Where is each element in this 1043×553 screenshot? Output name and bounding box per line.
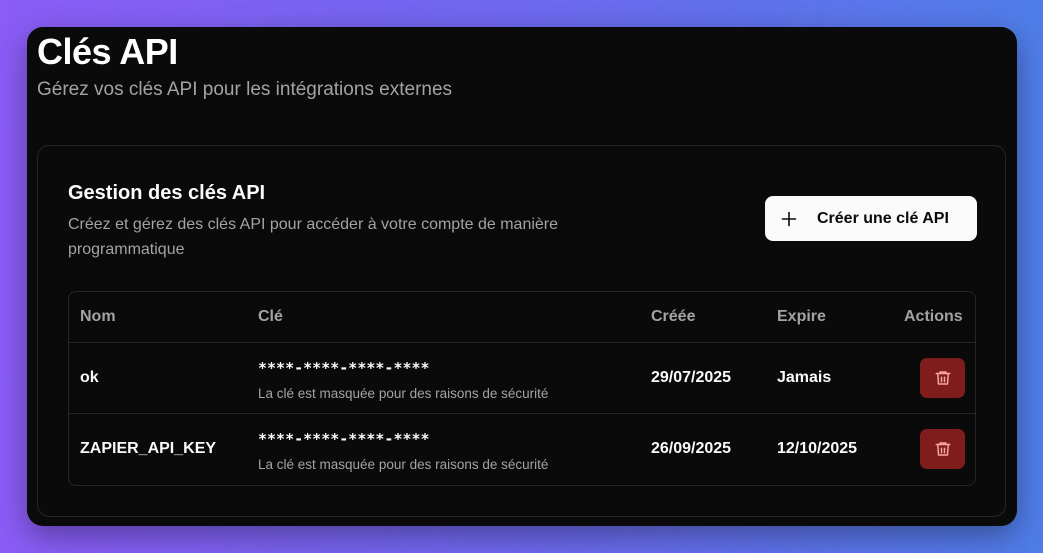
header-expires: Expire xyxy=(777,308,826,325)
create-button-label: Créer une clé API xyxy=(817,209,949,227)
created-date: 26/09/2025 xyxy=(651,440,732,457)
table-row: ZAPIER_API_KEY ****-****-****-**** La cl… xyxy=(69,414,975,485)
masked-key-note: La clé est masquée pour des raisons de s… xyxy=(258,386,549,401)
delete-key-button[interactable] xyxy=(920,429,965,469)
table-row: ok ****-****-****-**** La clé est masqué… xyxy=(69,343,975,414)
card-title: Gestion des clés API xyxy=(68,182,266,204)
header-created: Créée xyxy=(651,308,696,325)
api-keys-card: Gestion des clés API Créez et gérez des … xyxy=(37,145,1006,517)
header-actions: Actions xyxy=(904,308,963,325)
table-header-row: Nom Clé Créée Expire Actions xyxy=(69,292,975,343)
page-subtitle: Gérez vos clés API pour les intégrations… xyxy=(37,79,453,100)
expiry-date: 12/10/2025 xyxy=(777,440,858,457)
key-name: ok xyxy=(80,369,99,386)
key-name: ZAPIER_API_KEY xyxy=(80,440,217,457)
header-name: Nom xyxy=(80,308,116,325)
card-description: Créez et gérez des clés API pour accéder… xyxy=(68,216,559,258)
masked-key-note: La clé est masquée pour des raisons de s… xyxy=(258,457,549,472)
app-window: Clés API Gérez vos clés API pour les int… xyxy=(27,27,1017,526)
create-api-key-button[interactable]: Créer une clé API xyxy=(765,196,977,241)
plus-icon xyxy=(781,211,797,226)
masked-key: ****-****-****-**** xyxy=(258,430,430,448)
header-key: Clé xyxy=(258,308,283,325)
masked-key: ****-****-****-**** xyxy=(258,359,430,377)
page-title: Clés API xyxy=(37,31,178,72)
api-keys-table: Nom Clé Créée Expire Actions ok ****-***… xyxy=(68,291,976,486)
created-date: 29/07/2025 xyxy=(651,369,732,386)
trash-icon xyxy=(935,442,950,456)
trash-icon xyxy=(935,371,950,385)
expiry-date: Jamais xyxy=(777,369,832,386)
delete-key-button[interactable] xyxy=(920,358,965,398)
